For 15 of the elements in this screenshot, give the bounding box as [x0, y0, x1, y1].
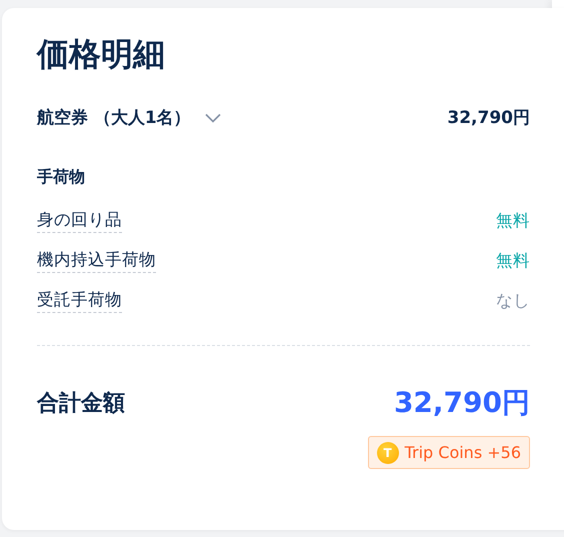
- coin-icon: T: [376, 442, 399, 464]
- trip-coins-text: Trip Coins +56: [404, 443, 521, 462]
- baggage-value: 無料: [496, 210, 530, 232]
- baggage-value: なし: [496, 290, 530, 312]
- total-label: 合計金額: [37, 390, 125, 418]
- baggage-heading: 手荷物: [37, 167, 86, 188]
- baggage-label: 身の回り品: [37, 209, 122, 233]
- fare-amount: 32,790円: [447, 107, 530, 129]
- fare-toggle[interactable]: 航空券 （大人1名）: [37, 106, 221, 129]
- total-amount: 32,790円: [394, 385, 530, 421]
- chevron-icon: [204, 112, 221, 122]
- baggage-label: 受託手荷物: [37, 289, 122, 313]
- card-title: 価格明細: [37, 34, 166, 75]
- baggage-value: 無料: [496, 250, 530, 272]
- baggage-label: 機内持込手荷物: [37, 249, 156, 273]
